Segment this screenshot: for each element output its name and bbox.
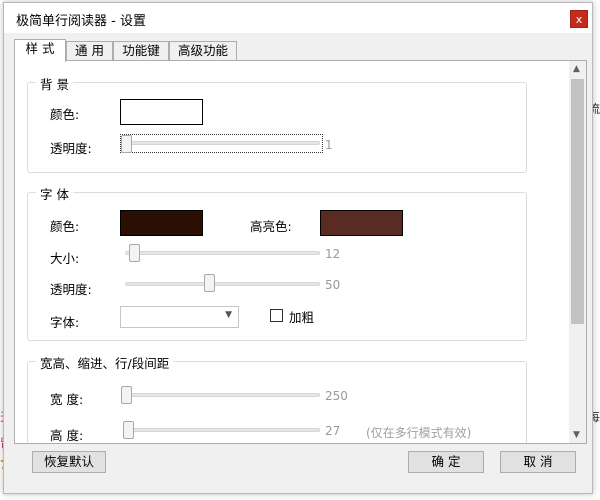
close-button[interactable]: x (570, 10, 588, 28)
bg-color-label: 颜色: (50, 107, 80, 122)
width-thumb[interactable] (121, 386, 132, 404)
bg-opacity-thumb[interactable] (121, 135, 132, 153)
reset-defaults-button[interactable]: 恢复默认 (32, 451, 106, 473)
font-size-value: 12 (325, 247, 341, 261)
group-title: 背 景 (36, 74, 73, 93)
bg-opacity-slider[interactable] (125, 141, 320, 145)
close-icon: x (575, 13, 583, 26)
font-size-thumb[interactable] (129, 244, 140, 262)
bg-opacity-label: 透明度: (50, 141, 92, 156)
font-opacity-value: 50 (325, 278, 341, 292)
height-thumb[interactable] (123, 421, 134, 439)
tab-advanced[interactable]: 高级功能 (169, 41, 237, 61)
font-opacity-slider[interactable] (125, 282, 320, 286)
width-slider[interactable] (125, 393, 320, 397)
font-family-select[interactable]: ▼ (120, 306, 239, 328)
font-size-label: 大小: (50, 251, 80, 266)
bg-opacity-value: 1 (325, 138, 333, 152)
title-bar[interactable]: 极简单行阅读器 - 设置 x (4, 3, 592, 33)
ok-button[interactable]: 确 定 (408, 451, 484, 473)
tab-hotkeys[interactable]: 功能键 (113, 41, 169, 61)
group-title: 宽高、缩进、行/段间距 (36, 353, 174, 372)
scroll-down-icon[interactable]: ▼ (573, 430, 580, 440)
font-group: 字 体 颜色: 高亮色: 大小: 12 透明度: 50 字体: ▼ 加粗 (27, 184, 527, 341)
width-label: 宽 度: (50, 392, 84, 407)
height-label: 高 度: (50, 428, 84, 443)
tab-general[interactable]: 通 用 (66, 41, 113, 61)
font-size-slider[interactable] (125, 251, 320, 255)
font-family-label: 字体: (50, 315, 80, 330)
width-value: 250 (325, 389, 348, 403)
highlight-color-swatch[interactable] (320, 210, 403, 236)
font-color-swatch[interactable] (120, 210, 203, 236)
highlight-color-label: 高亮色: (250, 219, 292, 234)
vertical-scrollbar[interactable]: ▲ ▼ (569, 61, 586, 443)
window-title: 极简单行阅读器 - 设置 (16, 14, 146, 29)
height-value: 27 (325, 424, 341, 438)
font-color-label: 颜色: (50, 219, 80, 234)
spacing-group: 宽高、缩进、行/段间距 宽 度: 250 高 度: 27 (仅在多行模式有效) (27, 353, 527, 443)
font-opacity-label: 透明度: (50, 282, 92, 297)
font-opacity-thumb[interactable] (204, 274, 215, 292)
bg-color-swatch[interactable] (120, 99, 203, 125)
scroll-up-icon[interactable]: ▲ (573, 64, 580, 74)
cancel-button[interactable]: 取 消 (500, 451, 576, 473)
background-group: 背 景 颜色: 透明度: 1 (27, 74, 527, 173)
bold-checkbox[interactable] (270, 309, 283, 322)
chevron-down-icon: ▼ (225, 310, 232, 320)
scrollbar-thumb[interactable] (571, 79, 584, 324)
bold-label: 加粗 (289, 310, 315, 325)
settings-dialog: 极简单行阅读器 - 设置 x 样 式 通 用 功能键 高级功能 背 景 颜色: … (3, 2, 593, 494)
style-panel: 背 景 颜色: 透明度: 1 字 体 颜色: 高亮色: 大小: 12 透明度: … (14, 60, 587, 444)
height-hint: (仅在多行模式有效) (366, 426, 472, 440)
group-title: 字 体 (36, 184, 73, 203)
height-slider[interactable] (125, 428, 320, 432)
tab-style[interactable]: 样 式 (14, 39, 66, 62)
